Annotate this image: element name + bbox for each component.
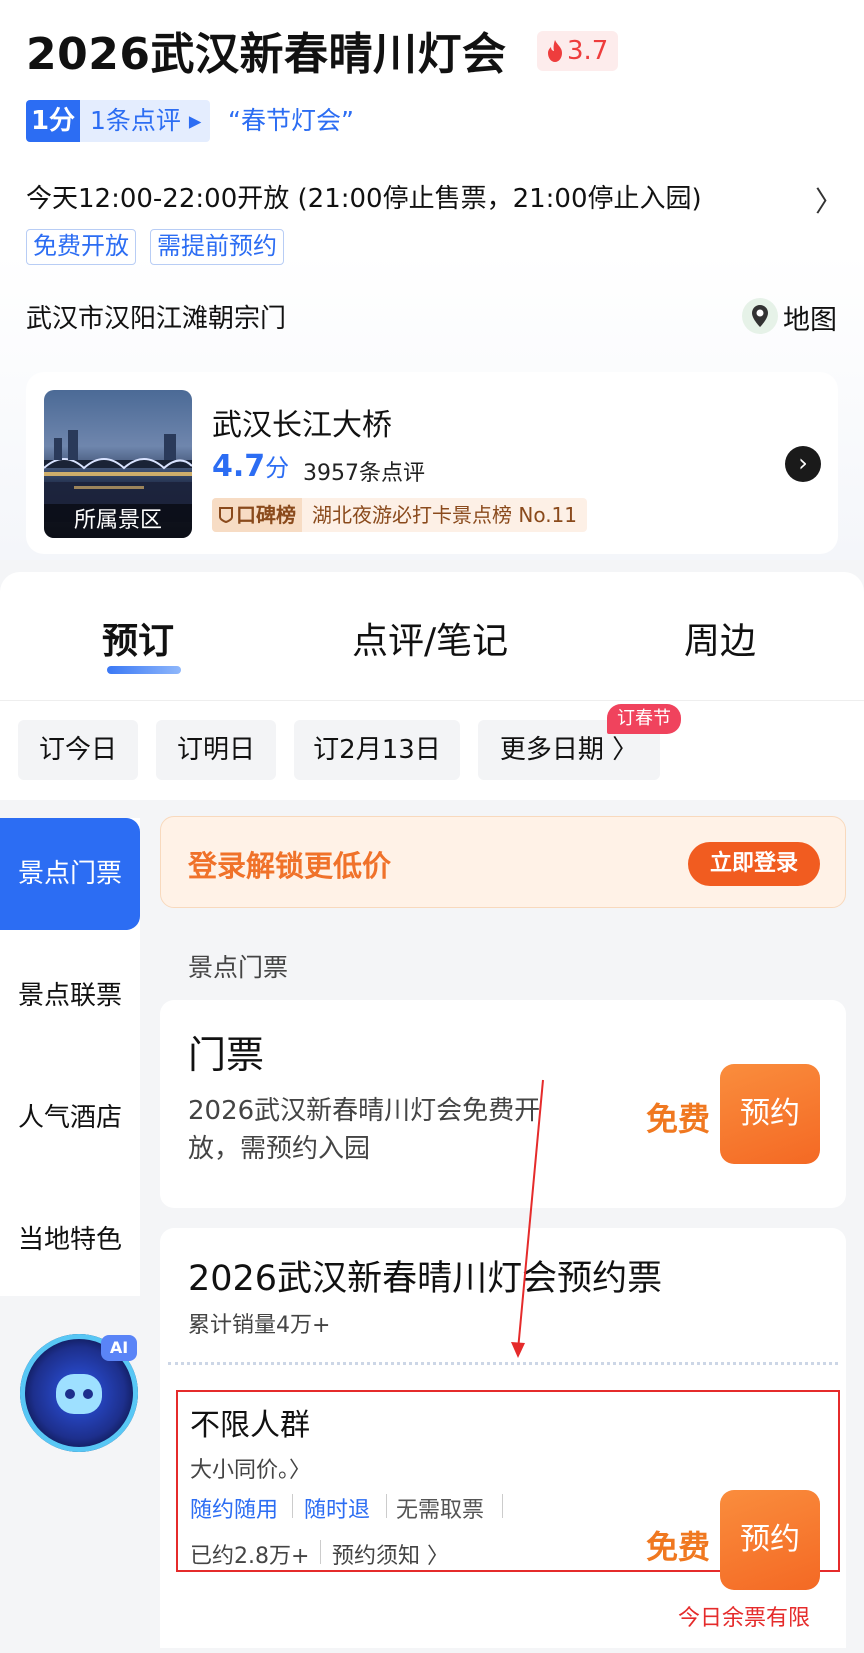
opening-hours[interactable]: 今天12:00-22:00开放 (21:00停止售票，21:00停止入园) [26, 178, 702, 215]
heat-badge: 3.7 [537, 31, 619, 71]
ticket-sales: 累计销量4万+ [188, 1313, 331, 1338]
scenic-score-value: 4.7 [212, 449, 266, 484]
review-highlight-tag[interactable]: “春节灯会” [228, 100, 354, 142]
scenic-score: 4.7分 [212, 448, 289, 484]
limited-tickets-note: 今日余票有限 [678, 1606, 811, 1631]
booked-count: 已约2.8万+ [190, 1544, 310, 1569]
sidebar-item-hotels[interactable]: 人气酒店 [0, 1062, 140, 1174]
date-tomorrow[interactable]: 订明日 [156, 720, 276, 780]
ticket-price: 免费 [646, 1528, 711, 1566]
feature-use-anytime: 随约随用 [190, 1498, 279, 1523]
scenic-area-label: 所属景区 [44, 504, 192, 538]
rank-text: 湖北夜游必打卡景点榜 No.11 [312, 503, 578, 527]
map-pin-icon[interactable] [742, 298, 778, 334]
separator [292, 1494, 293, 1518]
tab-reviews-notes[interactable]: 点评/笔记 [352, 612, 508, 664]
ticket-option-desc[interactable]: 大小同价。〉 [190, 1452, 311, 1484]
flame-icon [548, 40, 562, 62]
rank-tag[interactable]: 口碑榜 湖北夜游必打卡景点榜 No.11 [212, 498, 588, 532]
separator [502, 1494, 503, 1518]
section-label: 景点门票 [188, 953, 289, 982]
ticket-title: 2026武汉新春晴川灯会预约票 [188, 1259, 663, 1299]
heat-value: 3.7 [567, 36, 609, 66]
scenic-score-unit: 分 [265, 454, 290, 482]
ticket-title: 门票 [188, 1033, 265, 1077]
booking-notice-link[interactable]: 预约须知 〉 [332, 1538, 449, 1570]
date-feb13[interactable]: 订2月13日 [294, 720, 460, 780]
chevron-right-icon[interactable]: › [785, 446, 821, 482]
date-today[interactable]: 订今日 [18, 720, 138, 780]
ticket-description: 2026武汉新春晴川灯会免费开放，需预约入园 [188, 1096, 541, 1164]
tag-reservation-required: 需提前预约 [150, 229, 284, 265]
tab-active-indicator [107, 666, 181, 674]
address[interactable]: 武汉市汉阳江滩朝宗门 [26, 298, 286, 335]
divider [168, 1362, 838, 1365]
book-button[interactable]: 预约 [720, 1064, 820, 1164]
rank-badge: 口碑榜 [212, 498, 302, 532]
shield-icon [219, 507, 233, 524]
chevron-right-icon[interactable]: 〉 [815, 180, 843, 220]
tab-booking[interactable]: 预订 [102, 612, 174, 664]
rank-badge-label: 口碑榜 [236, 503, 296, 527]
sidebar-item-tickets[interactable]: 景点门票 [0, 818, 140, 930]
ticket-option-title: 不限人群 [190, 1408, 310, 1443]
review-count-link[interactable]: 1条点评 ▸ [80, 100, 210, 142]
feature-no-pickup: 无需取票 [396, 1498, 485, 1523]
tag-free-entry: 免费开放 [26, 229, 136, 265]
page-title: 2026武汉新春晴川灯会 [26, 29, 507, 80]
sidebar-item-combo-tickets[interactable]: 景点联票 [0, 940, 140, 1052]
scenic-review-count: 3957条点评 [303, 461, 425, 486]
login-button[interactable]: 立即登录 [688, 842, 820, 886]
tab-nearby[interactable]: 周边 [684, 612, 756, 664]
sidebar-item-local-specialties[interactable]: 当地特色 [0, 1184, 140, 1296]
book-button[interactable]: 预约 [720, 1490, 820, 1590]
map-link[interactable]: 地图 [783, 298, 837, 337]
score-badge: 1分 [26, 100, 80, 142]
separator [386, 1494, 387, 1518]
ticket-price: 免费 [646, 1100, 711, 1138]
festival-badge: 订春节 [607, 704, 681, 734]
feature-refundable: 随时退 [304, 1498, 371, 1523]
ai-badge: AI [101, 1335, 137, 1361]
separator [320, 1540, 321, 1564]
login-promo-text: 登录解锁更低价 [188, 849, 392, 883]
scenic-name: 武汉长江大桥 [212, 408, 392, 443]
